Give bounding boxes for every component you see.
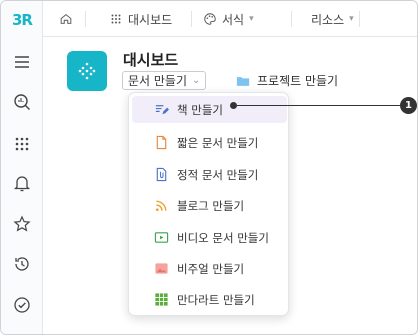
video-doc-icon [154, 232, 169, 243]
tab-label: 서식 [222, 12, 245, 27]
callout-line [233, 105, 400, 106]
palette-icon [204, 13, 216, 25]
attachment-doc-icon [156, 167, 167, 182]
menu-item-static-doc[interactable]: 정적 문서 만들기 [132, 161, 287, 188]
menu-item-blog[interactable]: 블로그 만들기 [132, 192, 287, 219]
check-circle-icon[interactable] [1, 290, 43, 320]
edit-book-icon [155, 105, 169, 115]
dashboard-icon [111, 14, 121, 24]
menu-item-video-doc[interactable]: 비디오 문서 만들기 [132, 224, 287, 251]
bell-icon[interactable] [1, 168, 43, 198]
chevron-down-icon: ▾ [249, 14, 254, 24]
tab-dashboard[interactable]: 대시보드 [109, 1, 172, 37]
divider [85, 11, 86, 27]
folder-icon [236, 76, 250, 86]
tab-resources[interactable]: 리소스 ▾ [311, 1, 354, 37]
document-icon [156, 135, 167, 150]
menu-item-label: 비주얼 만들기 [177, 261, 245, 276]
menu-item-label: 책 만들기 [177, 102, 223, 117]
top-bar: 대시보드 서식 ▾ 리소스 ▾ [43, 1, 417, 37]
create-project-button[interactable]: 프로젝트 만들기 [235, 71, 338, 90]
divider [291, 11, 292, 27]
dashboard-app-icon [67, 51, 107, 91]
app-window: 3R 대시보드 서식 ▾ 리소스 ▾ 대시보드 문서 만들기 ⌄ 프로젝트 만들… [0, 0, 418, 335]
menu-item-label: 정적 문서 만들기 [177, 167, 259, 182]
project-label: 프로젝트 만들기 [257, 74, 339, 88]
logo-text: 3R [12, 11, 33, 29]
dropdown-label: 문서 만들기 [128, 74, 188, 88]
divider [191, 11, 192, 27]
star-icon[interactable] [1, 209, 43, 239]
tab-label: 대시보드 [128, 12, 173, 27]
create-document-menu: 책 만들기 짧은 문서 만들기 정적 문서 만들기 블로그 만들기 비디오 문서… [128, 92, 289, 316]
tab-templates[interactable]: 서식 ▾ [203, 1, 254, 37]
chevron-down-icon: ⌄ [192, 75, 201, 86]
divider [359, 11, 360, 27]
brand-logo[interactable]: 3R [1, 5, 43, 35]
rss-icon [155, 200, 167, 212]
menu-item-label: 만다라트 만들기 [177, 292, 255, 307]
image-icon [155, 263, 168, 274]
menu-item-label: 짧은 문서 만들기 [177, 135, 259, 150]
create-document-dropdown[interactable]: 문서 만들기 ⌄ [122, 71, 207, 90]
chevron-down-icon: ▾ [349, 14, 354, 24]
menu-item-mandalart[interactable]: 만다라트 만들기 [132, 286, 287, 313]
menu-item-label: 블로그 만들기 [177, 198, 245, 213]
menu-item-label: 비디오 문서 만들기 [177, 230, 269, 245]
search-icon[interactable] [1, 87, 43, 117]
menu-item-short-doc[interactable]: 짧은 문서 만들기 [132, 129, 287, 156]
menu-item-book[interactable]: 책 만들기 [132, 96, 287, 123]
grid-icon [155, 293, 168, 306]
menu-item-visual[interactable]: 비주얼 만들기 [132, 255, 287, 282]
menu-icon[interactable] [1, 47, 43, 77]
history-icon[interactable] [1, 249, 43, 279]
home-icon[interactable] [59, 1, 73, 37]
callout-badge: 1 [400, 97, 417, 114]
tab-label: 리소스 [311, 12, 345, 27]
page-title: 대시보드 [123, 51, 179, 69]
apps-grid-icon[interactable] [1, 129, 43, 159]
sidebar: 3R [1, 1, 43, 334]
